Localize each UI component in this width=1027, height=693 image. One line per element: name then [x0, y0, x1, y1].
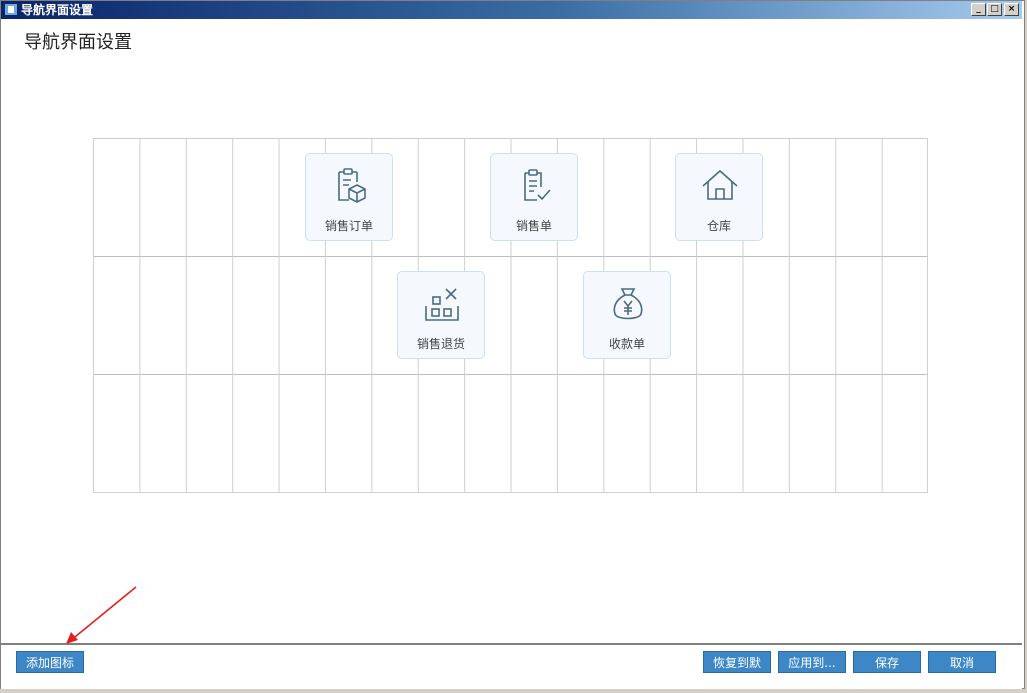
maximize-button[interactable]: □	[987, 3, 1002, 16]
tile-label: 销售退货	[416, 337, 465, 351]
close-button[interactable]: ×	[1004, 3, 1019, 16]
title-bar: 导航界面设置 _ □ ×	[1, 1, 1022, 19]
restore-default-button[interactable]: 恢复到默认	[703, 651, 771, 690]
red-arrow-annotation	[66, 586, 137, 644]
tile-label: 销售单	[515, 219, 552, 233]
clipboard-check-icon	[524, 169, 551, 201]
tile-label: 收款单	[608, 337, 645, 351]
tile-sales-order[interactable]: 销售订单	[305, 153, 393, 241]
clipboard-box-icon	[338, 168, 366, 203]
house-icon	[702, 169, 738, 200]
app-icon	[4, 3, 18, 16]
tile-sales-return[interactable]: 销售退货	[397, 271, 485, 359]
tile-label: 仓库	[706, 219, 731, 233]
apply-to-button[interactable]: 应用到...	[778, 651, 846, 673]
add-icon-button[interactable]: 添加图标	[16, 651, 84, 673]
window-title: 导航界面设置	[21, 3, 94, 17]
save-button[interactable]: 保存	[853, 651, 921, 673]
tile-label: 销售订单	[324, 219, 373, 233]
tile-warehouse[interactable]: 仓库	[675, 153, 763, 241]
cancel-button[interactable]: 取消	[928, 651, 996, 673]
minimize-button[interactable]: _	[971, 3, 986, 16]
money-bag-icon	[613, 288, 643, 320]
tile-receipt[interactable]: 收款单	[583, 271, 671, 359]
tile-sales-slip[interactable]: 销售单	[490, 153, 578, 241]
boxes-return-icon	[425, 288, 459, 321]
page-title: 导航界面设置	[24, 32, 132, 53]
